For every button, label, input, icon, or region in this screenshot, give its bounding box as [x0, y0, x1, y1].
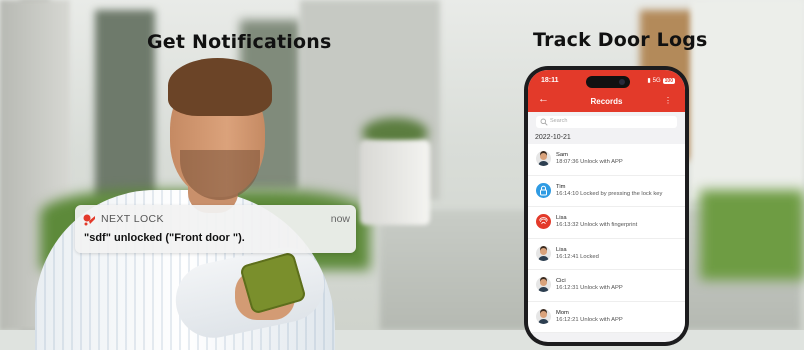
status-indicators: ▮ 5G 100	[647, 77, 675, 84]
phone-screen: 18:11 ▮ 5G 100 ← Records ⋮ Search 2022-1…	[528, 70, 685, 342]
fingerprint-icon	[536, 214, 551, 229]
record-user: Mom	[556, 309, 569, 316]
record-user: Cici	[556, 278, 566, 284]
notification-app-name: NEXT LOCK	[101, 213, 164, 225]
notification-message: "sdf" unlocked ("Front door ").	[84, 232, 245, 244]
person-avatar-icon	[536, 277, 551, 292]
dynamic-island	[586, 76, 630, 88]
list-item[interactable]: Lisa 16:13:32 Unlock with fingerprint	[528, 207, 685, 239]
record-description: 16:12:41 Locked	[556, 253, 599, 260]
signal-icon: ▮	[647, 78, 651, 84]
person-avatar-icon	[536, 308, 551, 324]
list-item[interactable]: Lisa 16:12:41 Locked	[528, 238, 685, 270]
battery-icon: 100	[662, 77, 675, 84]
record-user: Lisa	[556, 246, 567, 253]
network-label: 5G	[652, 77, 661, 84]
more-vertical-icon[interactable]: ⋮	[664, 96, 672, 105]
records-date: 2022-10-21	[535, 134, 571, 141]
record-user: Sam	[556, 152, 568, 158]
push-notification[interactable]: NEXT LOCK now "sdf" unlocked ("Front doo…	[75, 205, 356, 253]
search-icon	[540, 118, 548, 126]
lock-icon	[536, 182, 551, 198]
list-item[interactable]: Tim 16:14:10 Locked by pressing the lock…	[528, 175, 685, 207]
status-time: 18:11	[541, 77, 559, 84]
list-item[interactable]: Mom 16:12:21 Unlock with APP	[528, 301, 685, 333]
page-title: Records	[590, 97, 623, 106]
search-input[interactable]: Search	[536, 116, 677, 128]
person-avatar-icon	[536, 151, 551, 166]
record-description: 16:14:10 Locked by pressing the lock key	[556, 190, 663, 197]
heading-get-notifications: Get Notifications	[147, 31, 332, 53]
records-list: Sam 18:07:36 Unlock with APP Tim 16:14:1…	[528, 144, 685, 333]
heading-track-door-logs: Track Door Logs	[533, 29, 708, 51]
person-avatar-icon	[536, 245, 551, 261]
record-user: Tim	[556, 183, 566, 190]
record-description: 18:07:36 Unlock with APP	[556, 159, 623, 165]
record-description: 16:12:31 Unlock with APP	[556, 285, 623, 291]
list-item[interactable]: Cici 16:12:31 Unlock with APP	[528, 270, 685, 302]
record-description: 16:12:21 Unlock with APP	[556, 316, 623, 323]
next-lock-logo-icon	[83, 214, 95, 226]
search-placeholder: Search	[550, 118, 568, 124]
record-description: 16:13:32 Unlock with fingerprint	[556, 222, 638, 228]
app-header: 18:11 ▮ 5G 100 ← Records ⋮	[528, 70, 685, 112]
record-user: Lisa	[556, 215, 567, 221]
notification-time: now	[330, 213, 350, 225]
phone-mockup: 18:11 ▮ 5G 100 ← Records ⋮ Search 2022-1…	[524, 66, 689, 346]
list-item[interactable]: Sam 18:07:36 Unlock with APP	[528, 144, 685, 176]
